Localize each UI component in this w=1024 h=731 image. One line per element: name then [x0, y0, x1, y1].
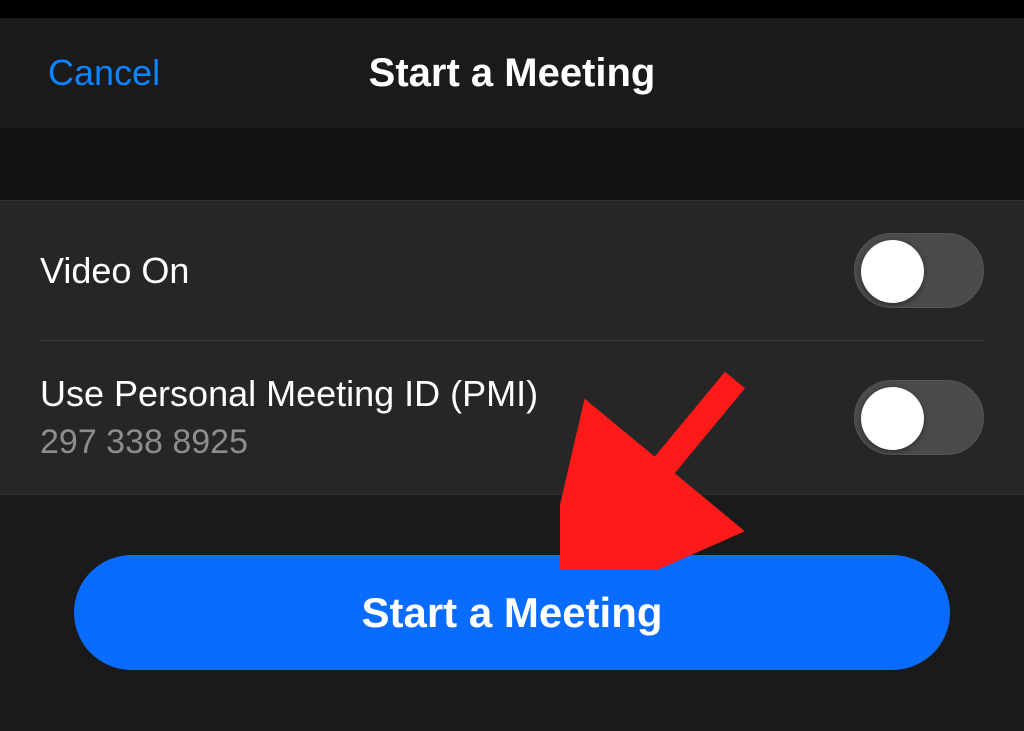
cancel-button[interactable]: Cancel	[48, 52, 160, 94]
header: Cancel Start a Meeting	[0, 18, 1024, 128]
pmi-label: Use Personal Meeting ID (PMI)	[40, 373, 538, 415]
spacer	[0, 128, 1024, 200]
toggle-knob	[861, 387, 924, 450]
video-on-toggle[interactable]	[854, 233, 984, 308]
button-area: Start a Meeting	[0, 495, 1024, 670]
status-bar	[0, 0, 1024, 18]
video-on-row: Video On	[0, 201, 1024, 340]
video-on-label: Video On	[40, 250, 189, 292]
settings-group: Video On Use Personal Meeting ID (PMI) 2…	[0, 200, 1024, 495]
pmi-id: 297 338 8925	[40, 423, 538, 462]
pmi-row: Use Personal Meeting ID (PMI) 297 338 89…	[40, 340, 984, 494]
start-meeting-button[interactable]: Start a Meeting	[74, 555, 950, 670]
toggle-knob	[861, 240, 924, 303]
pmi-toggle[interactable]	[854, 380, 984, 455]
